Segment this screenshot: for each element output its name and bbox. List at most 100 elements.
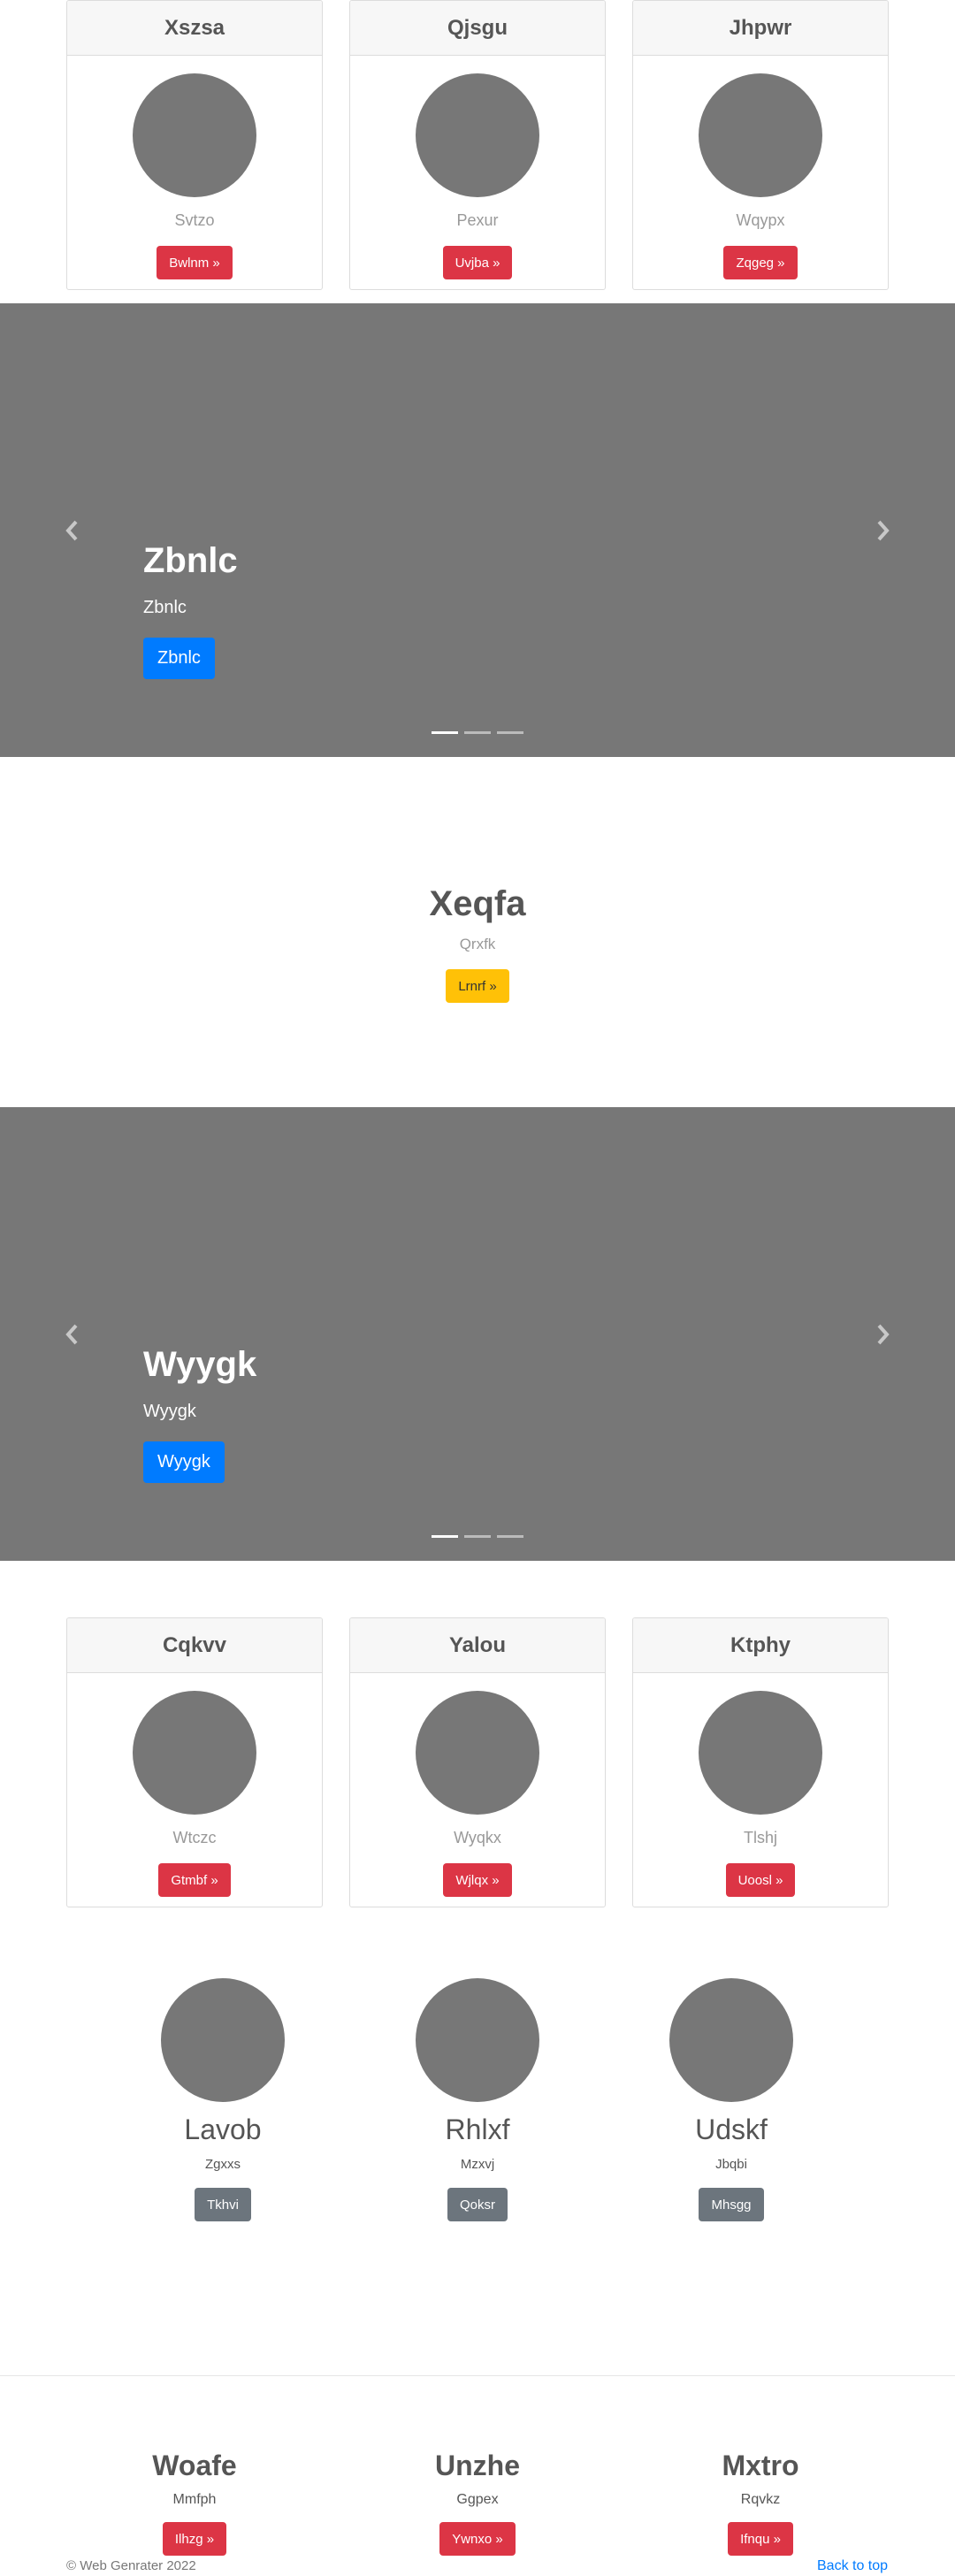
card-subtitle: Wyqkx xyxy=(454,1829,501,1846)
feature-button[interactable]: Qoksr xyxy=(447,2188,508,2221)
chevron-right-icon xyxy=(877,1324,890,1344)
feature-item: Udskf Jbqbi Mhsgg xyxy=(643,1978,820,2221)
carousel-indicator[interactable] xyxy=(497,1535,523,1538)
card-button[interactable]: Uvjba » xyxy=(442,246,513,279)
column-subtitle: Ggpex xyxy=(456,2492,499,2507)
card-body: Wtczc Gtmbf » xyxy=(67,1673,322,1907)
column-title: Unzhe xyxy=(435,2450,520,2481)
card-subtitle: Wqypx xyxy=(736,211,785,229)
hero-title: Xeqfa xyxy=(429,884,526,923)
footer-copyright: © Web Genrater 2022 xyxy=(66,2558,196,2573)
card-button[interactable]: Uoosl » xyxy=(725,1863,796,1897)
back-to-top-link[interactable]: Back to top xyxy=(817,2558,888,2574)
card-title: Ktphy xyxy=(633,1618,888,1673)
column-title: Mxtro xyxy=(722,2450,799,2481)
column-subtitle: Rqvkz xyxy=(740,2492,781,2507)
chevron-left-icon xyxy=(65,1324,78,1344)
carousel-text: Zbnlc xyxy=(143,598,187,617)
placeholder-image xyxy=(699,1691,822,1815)
carousel-indicator[interactable] xyxy=(464,1535,491,1538)
carousel-button[interactable]: Zbnlc xyxy=(143,638,215,679)
feature-item: Lavob Zgxxs Tkhvi xyxy=(134,1978,311,2221)
card-button[interactable]: Wjlqx » xyxy=(443,1863,512,1897)
card: Ktphy Tlshj Uoosl » xyxy=(632,1617,889,1907)
card: Yalou Wyqkx Wjlqx » xyxy=(349,1617,606,1907)
carousel-next-button[interactable] xyxy=(870,1317,897,1352)
feature-subtitle: Zgxxs xyxy=(204,2157,241,2172)
carousel-title: Wyygk xyxy=(143,1345,257,1384)
carousel-indicator[interactable] xyxy=(432,1535,458,1538)
carousel-indicator[interactable] xyxy=(497,731,523,734)
card-body: Wyqkx Wjlqx » xyxy=(350,1673,605,1907)
card-body: Wqypx Zqgeg » xyxy=(633,56,888,289)
card-title: Qjsgu xyxy=(350,1,605,56)
feature-title: Lavob xyxy=(184,2114,262,2145)
feature-subtitle: Mzxvj xyxy=(460,2157,495,2172)
carousel-caption: Zbnlc Zbnlc Zbnlc xyxy=(143,539,238,679)
chevron-right-icon xyxy=(877,520,890,540)
card-subtitle: Pexur xyxy=(456,211,499,229)
carousel-prev-button[interactable] xyxy=(58,513,85,548)
card: Cqkvv Wtczc Gtmbf » xyxy=(66,1617,323,1907)
placeholder-image xyxy=(416,73,539,197)
placeholder-image xyxy=(133,1691,256,1815)
carousel-indicators xyxy=(432,1535,523,1538)
feature-button[interactable]: Tkhvi xyxy=(195,2188,251,2221)
features-row: Lavob Zgxxs Tkhvi Rhlxf Mzxvj Qoksr Udsk… xyxy=(0,1978,955,2226)
middle-card-row: Cqkvv Wtczc Gtmbf » Yalou Wyqkx Wjlqx » … xyxy=(66,1617,889,1907)
carousel-text: Wyygk xyxy=(143,1402,196,1421)
bottom-columns: Woafe Mmfph Ilhzg » Unzhe Ggpex Ywnxo » … xyxy=(0,2450,955,2565)
carousel-title: Zbnlc xyxy=(143,541,238,580)
card-button[interactable]: Bwlnm » xyxy=(157,246,233,279)
card-body: Tlshj Uoosl » xyxy=(633,1673,888,1907)
placeholder-image xyxy=(133,73,256,197)
placeholder-image xyxy=(669,1978,793,2102)
feature-item: Rhlxf Mzxvj Qoksr xyxy=(389,1978,566,2221)
card-title: Cqkvv xyxy=(67,1618,322,1673)
column-subtitle: Mmfph xyxy=(172,2492,217,2507)
feature-subtitle: Jbqbi xyxy=(715,2157,747,2172)
carousel: Wyygk Wyygk Wyygk xyxy=(0,1107,955,1561)
card-title: Jhpwr xyxy=(633,1,888,56)
placeholder-image xyxy=(161,1978,285,2102)
carousel-button[interactable]: Wyygk xyxy=(143,1441,225,1483)
placeholder-image xyxy=(699,73,822,197)
carousel-next-button[interactable] xyxy=(870,513,897,548)
carousel-caption: Wyygk Wyygk Wyygk xyxy=(143,1343,256,1483)
card: Xszsa Svtzo Bwlnm » xyxy=(66,0,323,290)
carousel: Zbnlc Zbnlc Zbnlc xyxy=(0,303,955,757)
hero-button[interactable]: Lrnrf » xyxy=(446,969,509,1003)
card-title: Xszsa xyxy=(67,1,322,56)
card-button[interactable]: Gtmbf » xyxy=(158,1863,231,1897)
column-button[interactable]: Ilhzg » xyxy=(162,2522,227,2556)
card-body: Pexur Uvjba » xyxy=(350,56,605,289)
card: Qjsgu Pexur Uvjba » xyxy=(349,0,606,290)
feature-title: Udskf xyxy=(695,2114,768,2145)
hero-subtitle: Qrxfk xyxy=(459,936,496,952)
feature-title: Rhlxf xyxy=(445,2114,510,2145)
carousel-indicator[interactable] xyxy=(432,731,458,734)
card: Jhpwr Wqypx Zqgeg » xyxy=(632,0,889,290)
top-card-row: Xszsa Svtzo Bwlnm » Qjsgu Pexur Uvjba » … xyxy=(66,0,889,290)
bottom-column: Woafe Mmfph Ilhzg » xyxy=(106,2450,283,2556)
section-divider xyxy=(0,2375,955,2376)
card-subtitle: Svtzo xyxy=(174,211,215,229)
card-subtitle: Tlshj xyxy=(743,1829,777,1846)
column-button[interactable]: Ywnxo » xyxy=(439,2522,516,2556)
column-title: Woafe xyxy=(152,2450,237,2481)
placeholder-image xyxy=(416,1691,539,1815)
hero-section: Xeqfa Qrxfk Lrnrf » xyxy=(0,884,955,1003)
carousel-prev-button[interactable] xyxy=(58,1317,85,1352)
carousel-indicator[interactable] xyxy=(464,731,491,734)
carousel-indicators xyxy=(432,731,523,734)
bottom-column: Mxtro Rqvkz Ifnqu » xyxy=(672,2450,849,2556)
placeholder-image xyxy=(416,1978,539,2102)
card-body: Svtzo Bwlnm » xyxy=(67,56,322,289)
feature-button[interactable]: Mhsgg xyxy=(699,2188,764,2221)
bottom-column: Unzhe Ggpex Ywnxo » xyxy=(389,2450,566,2556)
chevron-left-icon xyxy=(65,520,78,540)
card-title: Yalou xyxy=(350,1618,605,1673)
card-subtitle: Wtczc xyxy=(172,1829,217,1846)
card-button[interactable]: Zqgeg » xyxy=(723,246,798,279)
column-button[interactable]: Ifnqu » xyxy=(728,2522,793,2556)
